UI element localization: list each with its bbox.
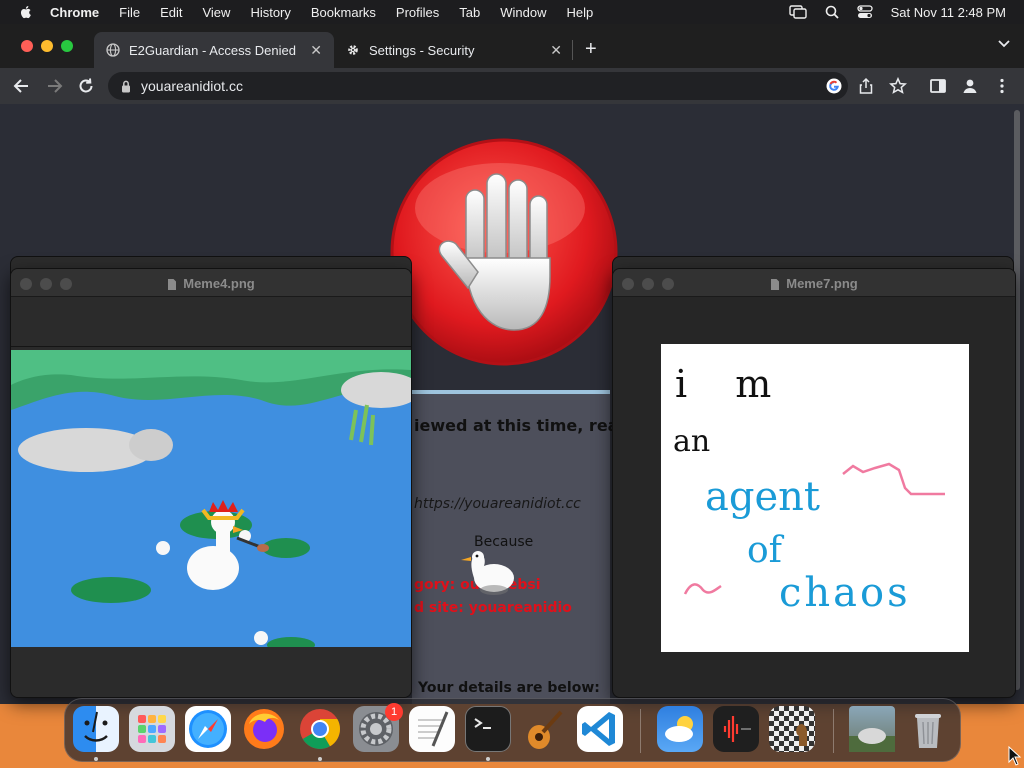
running-indicator [318,757,322,761]
preview-title: Meme7.png [613,276,1015,291]
handwritten-note-image: i m an agent of chaos [661,344,969,652]
details-heading: Your details are below: [418,680,600,696]
menu-history[interactable]: History [250,5,290,20]
more-menu-icon[interactable] [993,77,1011,95]
trash-icon[interactable] [905,706,951,752]
goose-pond-image [11,350,411,647]
minimize-window-button[interactable] [41,40,53,52]
screen-mirroring-icon[interactable] [788,5,807,19]
pink-scribble [683,583,722,595]
launchpad-icon[interactable] [129,706,175,752]
preview-titlebar[interactable]: Meme7.png [613,269,1015,297]
chrome-icon[interactable] [297,706,343,752]
share-icon[interactable] [857,77,875,95]
bookmark-star-icon[interactable] [889,77,907,95]
tab-settings-security[interactable]: Settings - Security ✕ [334,32,574,68]
menu-help[interactable]: Help [567,5,594,20]
url-text: youareanidiot.cc [141,78,243,94]
note-line: agent [705,474,820,520]
menu-file[interactable]: File [119,5,140,20]
preview-filename: Meme7.png [786,276,858,291]
photo-thumbnail-icon[interactable] [849,706,895,752]
firefox-icon[interactable] [241,706,287,752]
close-tab-icon[interactable]: ✕ [550,42,562,59]
back-arrow-icon[interactable] [12,76,32,96]
note-line: of [747,530,782,571]
mouse-cursor-icon [1008,746,1022,766]
menu-edit[interactable]: Edit [160,5,182,20]
reload-icon[interactable] [76,76,96,96]
browser-toolbar: youareanidiot.cc [0,68,1024,104]
control-center-icon[interactable] [856,5,873,19]
tab-title: E2Guardian - Access Denied [129,42,296,58]
dock: 1 [64,698,961,762]
zoom-window-button[interactable] [61,40,73,52]
menu-bar: Chrome File Edit View History Bookmarks … [0,0,1024,24]
menu-app-name[interactable]: Chrome [50,5,99,20]
new-tab-button[interactable]: + [585,38,597,61]
menu-profiles[interactable]: Profiles [396,5,439,20]
vscode-icon[interactable] [577,706,623,752]
stop-hand-icon [390,138,618,366]
tab-strip: E2Guardian - Access Denied ✕ Settings - … [0,24,1024,68]
block-reason-text: iewed at this time, rea [414,416,619,435]
pink-scribble [842,462,945,496]
dock-separator [833,709,834,753]
divider-line [412,390,610,394]
tab-divider [572,40,573,60]
menu-window[interactable]: Window [500,5,546,20]
running-indicator [486,757,490,761]
address-bar[interactable]: youareanidiot.cc [108,72,848,100]
document-icon [168,279,177,291]
block-page-content: iewed at this time, rea https://youarean… [412,390,618,704]
blocked-site-text: d site: youareanidio [414,600,572,616]
preview-titlebar[interactable]: Meme4.png [11,269,411,297]
preview-window-meme4[interactable]: Meme4.png [10,268,412,698]
notification-badge: 1 [385,703,403,721]
preview-filename: Meme4.png [183,276,255,291]
apple-menu-icon[interactable] [18,4,34,20]
menubar-clock[interactable]: Sat Nov 11 2:48 PM [891,5,1006,20]
google-lens-icon[interactable] [825,77,843,95]
document-icon [771,279,780,291]
tab-e2guardian[interactable]: E2Guardian - Access Denied ✕ [94,32,334,68]
note-line: i m [675,362,790,406]
chevron-down-icon[interactable] [998,40,1010,48]
blocked-url-text: https://youareanidiot.cc [414,496,581,512]
preview-toolbar [11,297,411,347]
garageband-icon[interactable] [521,706,567,752]
gear-icon [348,45,358,55]
chess-icon[interactable] [769,706,815,752]
close-tab-icon[interactable]: ✕ [310,42,322,59]
globe-icon [106,43,120,57]
forward-arrow-icon[interactable] [44,76,64,96]
finder-icon[interactable] [73,706,119,752]
close-window-button[interactable] [21,40,33,52]
dock-separator [640,709,641,753]
window-controls [21,40,73,52]
terminal-icon[interactable] [465,706,511,752]
goose-image [461,551,514,595]
tab-title: Settings - Security [369,42,475,58]
profile-avatar-icon[interactable] [961,77,979,95]
lock-icon[interactable] [121,80,131,93]
preview-title: Meme4.png [11,276,411,291]
textedit-icon[interactable] [409,706,455,752]
menu-tab[interactable]: Tab [459,5,480,20]
menu-bookmarks[interactable]: Bookmarks [311,5,376,20]
running-indicator [94,757,98,761]
spotlight-search-icon[interactable] [825,5,839,19]
side-panel-icon[interactable] [929,77,947,95]
weather-icon[interactable] [657,706,703,752]
note-line: chaos [779,570,911,616]
voice-memos-icon[interactable] [713,706,759,752]
preview-window-meme7[interactable]: Meme7.png i m an agent of chaos [612,268,1016,698]
menu-view[interactable]: View [202,5,230,20]
preview-bottom-area [11,647,411,697]
note-line: an [673,424,711,459]
safari-icon[interactable] [185,706,231,752]
